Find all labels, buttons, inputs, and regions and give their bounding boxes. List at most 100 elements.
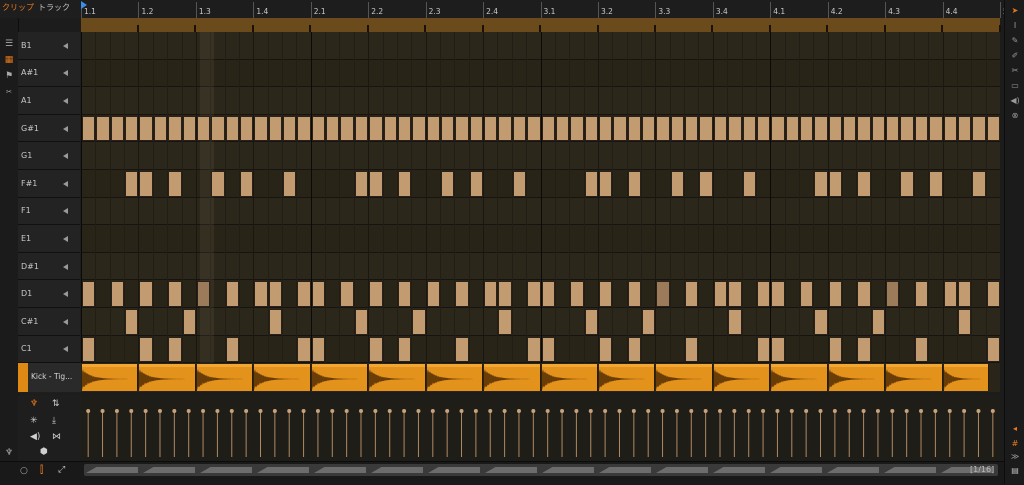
midi-note[interactable] [268, 309, 283, 335]
velocity-handle[interactable] [373, 409, 378, 413]
velocity-handle[interactable] [330, 409, 335, 413]
velocity-handle[interactable] [732, 409, 737, 413]
key-preview-arrow-icon[interactable] [63, 125, 68, 132]
midi-note[interactable] [713, 281, 728, 307]
midi-note[interactable] [369, 171, 383, 197]
midi-note[interactable] [771, 281, 785, 307]
audio-clip[interactable] [886, 364, 943, 391]
horizontal-scroller[interactable] [84, 464, 998, 476]
midi-note[interactable] [828, 281, 843, 307]
key-row[interactable]: B1 [18, 32, 80, 60]
eraser-icon[interactable]: ✐ [1010, 51, 1020, 61]
midi-note[interactable] [785, 115, 799, 142]
midi-note[interactable] [196, 281, 211, 307]
midi-note[interactable] [598, 336, 613, 363]
velocity-handle[interactable] [272, 409, 277, 413]
velocity-handle[interactable] [531, 409, 536, 413]
loop-icon[interactable]: ⊗ [1010, 111, 1020, 121]
midi-note[interactable] [656, 281, 670, 307]
key-row[interactable]: F#1 [18, 170, 80, 198]
midi-note[interactable] [383, 115, 397, 142]
key-row[interactable]: C1 [18, 335, 80, 364]
key-row[interactable]: D1 [18, 280, 80, 308]
audio-clip[interactable] [828, 364, 886, 391]
midi-note[interactable] [914, 336, 929, 363]
midi-note[interactable] [771, 336, 785, 363]
velocity-handle[interactable] [560, 409, 565, 413]
velocity-handle[interactable] [660, 409, 665, 413]
key-row[interactable]: G#1 [18, 114, 80, 143]
midi-note[interactable] [756, 115, 771, 142]
velocity-handle[interactable] [473, 409, 478, 413]
midi-note[interactable] [598, 171, 613, 197]
midi-note[interactable] [254, 281, 268, 307]
midi-note[interactable] [196, 115, 211, 142]
midi-note[interactable] [642, 309, 656, 335]
midi-note[interactable] [843, 115, 857, 142]
midi-note[interactable] [527, 336, 541, 363]
velocity-handle[interactable] [990, 409, 995, 413]
midi-note[interactable] [886, 115, 900, 142]
midi-note[interactable] [699, 115, 713, 142]
midi-note[interactable] [957, 281, 972, 307]
velocity-handle[interactable] [689, 409, 694, 413]
velocity-handle[interactable] [861, 409, 866, 413]
velocity-handle[interactable] [703, 409, 708, 413]
midi-note[interactable] [125, 115, 139, 142]
velocity-handle[interactable] [129, 409, 134, 413]
grid-icon[interactable]: ▦ [3, 54, 15, 66]
midi-note[interactable] [469, 171, 484, 197]
panel-icon[interactable]: ▤ [1010, 466, 1020, 476]
velocity-handle[interactable] [86, 409, 91, 413]
key-row[interactable]: E1 [18, 225, 80, 253]
midi-note[interactable] [168, 336, 182, 363]
midi-note[interactable] [512, 115, 527, 142]
midi-note[interactable] [943, 115, 957, 142]
key-preview-arrow-icon[interactable] [63, 97, 68, 104]
midi-note[interactable] [857, 336, 871, 363]
midi-note[interactable] [728, 309, 742, 335]
velocity-handle[interactable] [646, 409, 651, 413]
speaker-icon[interactable]: ◀) [30, 432, 40, 442]
velocity-handle[interactable] [186, 409, 191, 413]
midi-note[interactable] [397, 115, 412, 142]
velocity-handle[interactable] [244, 409, 249, 413]
midi-note[interactable] [613, 115, 627, 142]
audio-clip[interactable] [484, 364, 541, 391]
velocity-handle[interactable] [430, 409, 435, 413]
audio-clip[interactable] [943, 364, 989, 391]
key-preview-arrow-icon[interactable] [63, 153, 68, 160]
midi-note[interactable] [756, 281, 771, 307]
midi-note[interactable] [326, 115, 340, 142]
midi-note[interactable] [455, 336, 469, 363]
velocity-handle[interactable] [143, 409, 148, 413]
velocity-handle[interactable] [359, 409, 364, 413]
pointer-icon[interactable]: ➤ [1010, 6, 1020, 16]
midi-note[interactable] [239, 115, 254, 142]
midi-note[interactable] [541, 281, 555, 307]
midi-note[interactable] [584, 171, 598, 197]
midi-note[interactable] [584, 309, 598, 335]
note-list-icon[interactable]: ☰ [3, 38, 15, 50]
velocity-handle[interactable] [947, 409, 952, 413]
midi-note[interactable] [685, 281, 699, 307]
midi-note[interactable] [742, 115, 756, 142]
midi-note[interactable] [627, 281, 642, 307]
velocity-handle[interactable] [459, 409, 464, 413]
grid-snap-icon[interactable]: # [1010, 439, 1020, 449]
midi-note[interactable] [498, 115, 512, 142]
key-preview-arrow-icon[interactable] [63, 318, 68, 325]
midi-note[interactable] [426, 115, 440, 142]
midi-note[interactable] [914, 115, 929, 142]
midi-note[interactable] [756, 336, 771, 363]
velocity-handle[interactable] [502, 409, 507, 413]
velocity-handle[interactable] [775, 409, 780, 413]
midi-note[interactable] [268, 281, 283, 307]
velocity-handle[interactable] [114, 409, 119, 413]
midi-note[interactable] [297, 336, 311, 363]
velocity-handle[interactable] [387, 409, 392, 413]
midi-note[interactable] [239, 171, 254, 197]
midi-note[interactable] [211, 171, 225, 197]
midi-note[interactable] [82, 281, 96, 307]
velocity-handle[interactable] [890, 409, 895, 413]
